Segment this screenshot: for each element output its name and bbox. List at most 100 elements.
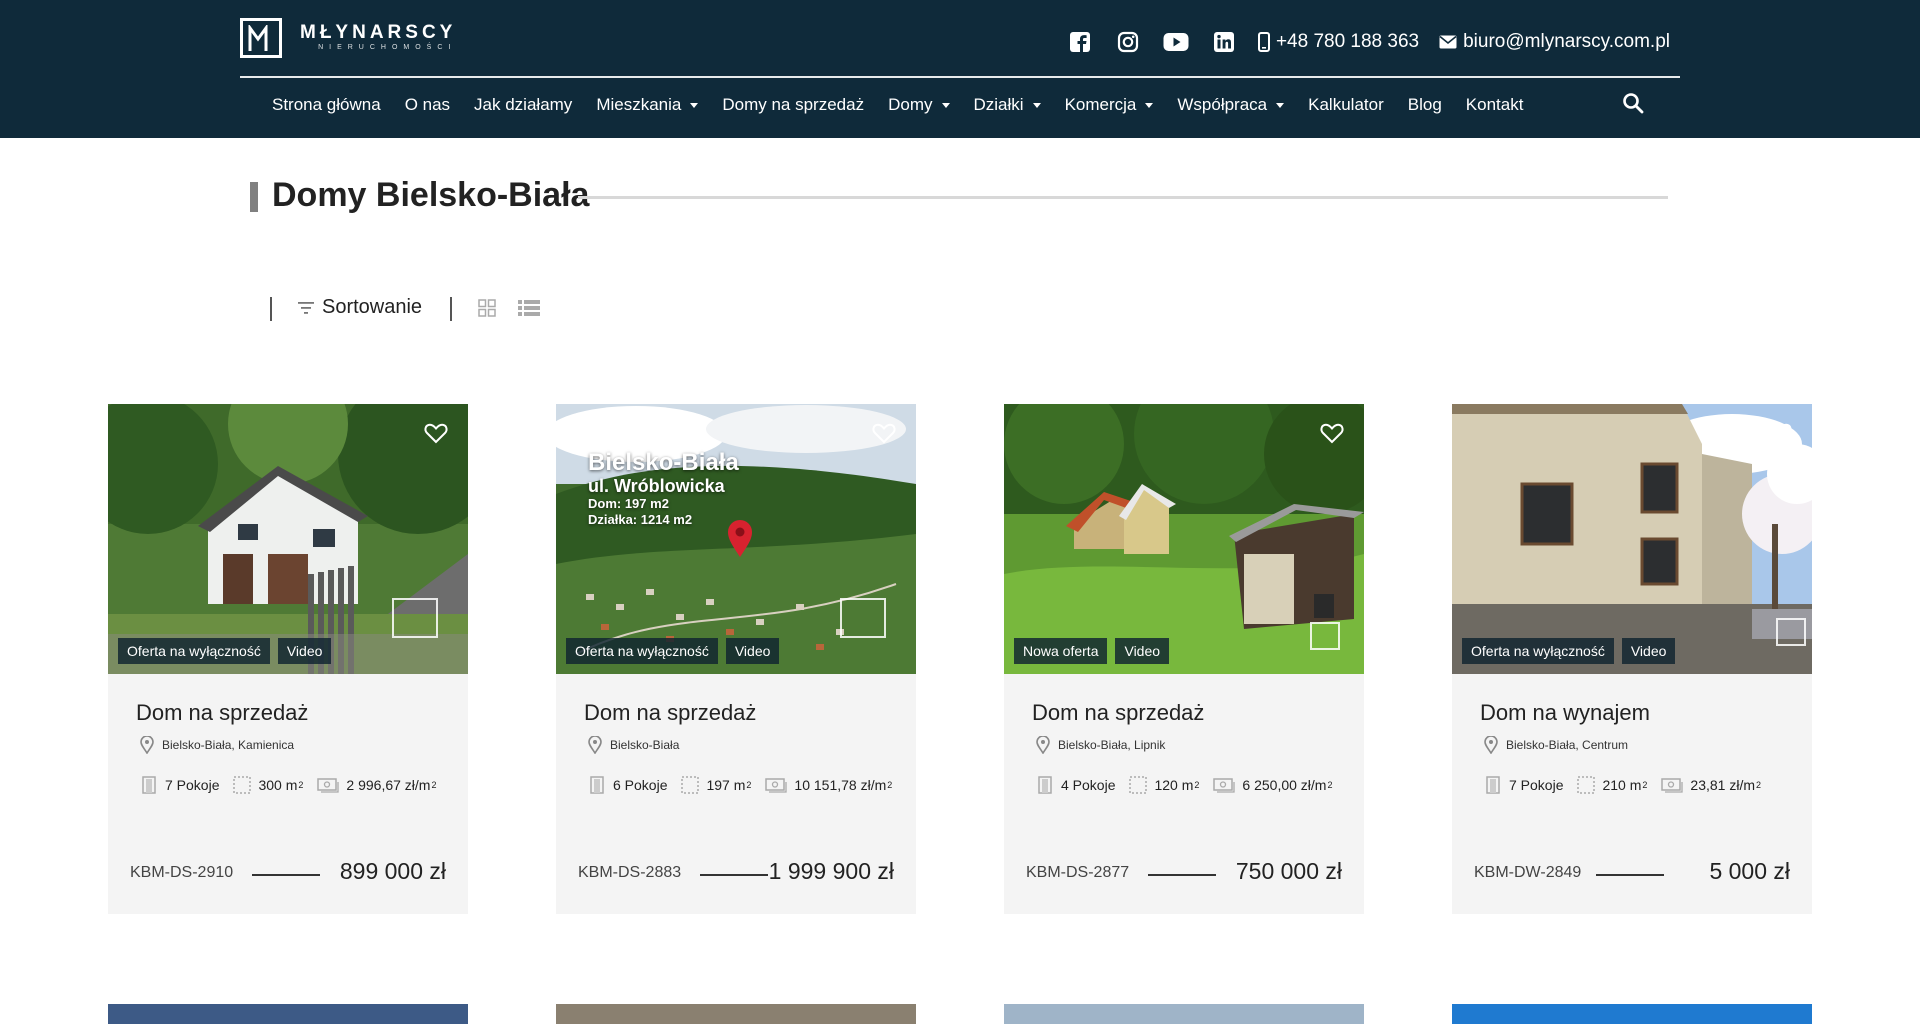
nav-item-contact[interactable]: Kontakt [1466,95,1524,115]
listing-photo[interactable]: Nowa oferta Video [1004,404,1364,674]
money-icon [1213,778,1236,793]
listing-photo-partial[interactable] [556,1004,916,1024]
youtube-icon[interactable] [1162,28,1190,56]
exclusive-badge: Oferta na wyłączność [566,638,718,664]
listing-title[interactable]: Dom na sprzedaż [584,700,756,726]
linkedin-icon[interactable] [1210,28,1238,56]
email-link[interactable]: biuro@mlynarscy.com.pl [1439,31,1670,53]
nav-item-houses[interactable]: Domy [888,95,950,115]
listing-code: KBM-DS-2883 [578,864,682,881]
nav-item-home[interactable]: Strona główna [272,95,381,115]
listing-card[interactable]: Oferta na wyłączność Video Dom na sprzed… [108,404,468,914]
listing-card[interactable]: Nowa oferta Video Dom na sprzedaż Bielsk… [1004,404,1364,914]
price-divider [700,874,768,876]
listing-price: 899 000 zł [339,858,446,884]
brand-logo[interactable]: MŁYNARSCY NIERUCHOMOŚCI [240,18,456,58]
listing-photo-partial[interactable] [1004,1004,1364,1024]
toolbar-separator [270,297,272,321]
listing-photo[interactable]: Oferta na wyłączność Video [108,404,468,674]
listing-code: KBM-DW-2849 [1474,864,1582,881]
video-badge: Video [725,638,780,664]
main-nav: Strona główna O nas Jak działamy Mieszka… [272,90,1547,120]
rooms-feature: 4 Pokoje [1036,776,1115,794]
door-icon [590,776,604,794]
site-header: MŁYNARSCY NIERUCHOMOŚCI +48 780 188 363 … [0,0,1920,138]
header-divider [240,76,1680,78]
rooms-feature: 7 Pokoje [140,776,219,794]
area-feature: 210 m2 [1577,776,1647,794]
watermark-logo-icon [1310,622,1340,650]
caret-down-icon [1145,102,1154,108]
watermark-logo-icon [392,598,438,638]
price-divider [252,874,320,876]
filter-lines-icon [298,301,314,314]
price-divider [1148,874,1216,876]
listing-photo[interactable]: Bielsko-Biała ul. Wróblowicka Dom: 197 m… [556,404,916,674]
listing-title[interactable]: Dom na sprzedaż [136,700,308,726]
nav-item-houses-for-sale[interactable]: Domy na sprzedaż [722,95,864,115]
nav-item-about[interactable]: O nas [405,95,450,115]
listing-title[interactable]: Dom na sprzedaż [1032,700,1204,726]
location-pin-icon [588,736,602,754]
nav-item-how-we-work[interactable]: Jak działamy [474,95,572,115]
listing-features: 7 Pokoje 210 m2 23,81 zł/m 2 [1484,776,1761,794]
rooms-feature: 7 Pokoje [1484,776,1563,794]
new-offer-badge: Nowa oferta [1014,638,1108,664]
watermark-logo-icon [840,598,886,638]
caret-down-icon [1276,102,1285,108]
nav-item-cooperation[interactable]: Współpraca [1177,95,1285,115]
page-title-city: Bielsko-Biała [375,176,590,214]
envelope-icon [1439,35,1457,49]
grid-view-icon[interactable] [478,299,496,317]
instagram-icon[interactable] [1114,28,1142,56]
favorite-heart-icon[interactable] [872,422,896,444]
favorite-heart-icon[interactable] [424,422,448,444]
brand-name: MŁYNARSCY [300,22,457,43]
price-per-m-feature: 10 151,78 zł/m 2 [765,777,892,793]
listing-photo-partial[interactable] [108,1004,468,1024]
listing-code: KBM-DS-2910 [130,864,234,881]
list-view-icon[interactable] [518,299,540,317]
favorite-heart-icon[interactable] [1768,422,1792,444]
facebook-icon[interactable] [1066,28,1094,56]
favorite-heart-icon[interactable] [1320,422,1344,444]
price-per-m-feature: 6 250,00 zł/m 2 [1213,777,1333,793]
sort-label: Sortowanie [322,296,423,318]
nav-item-commercial[interactable]: Komercja [1065,95,1154,115]
location-pin-icon [1036,736,1050,754]
nav-item-blog[interactable]: Blog [1408,95,1442,115]
money-icon [765,778,788,793]
listing-card[interactable]: Bielsko-Biała ul. Wróblowicka Dom: 197 m… [556,404,916,914]
caret-down-icon [690,102,699,108]
sort-button[interactable]: Sortowanie [298,296,422,319]
caret-down-icon [941,102,950,108]
phone-link[interactable]: +48 780 188 363 [1257,31,1420,53]
listing-photo[interactable]: Oferta na wyłączność Video [1452,404,1812,674]
listing-price: 750 000 zł [1235,858,1342,884]
price-per-m-feature: 2 996,67 zł/m 2 [317,777,437,793]
exclusive-badge: Oferta na wyłączność [1462,638,1614,664]
listing-price: 5 000 zł [1709,858,1790,884]
location-pin-icon [140,736,154,754]
toolbar-separator [450,297,452,321]
email-address: biuro@mlynarscy.com.pl [1463,31,1670,52]
rooms-feature: 6 Pokoje [588,776,667,794]
area-icon [1129,776,1148,794]
search-icon[interactable] [1622,92,1646,116]
phone-number: +48 780 188 363 [1275,31,1420,52]
phone-icon [1257,32,1270,52]
nav-item-plots[interactable]: Działki [974,95,1041,115]
listing-title[interactable]: Dom na wynajem [1480,700,1650,726]
listing-photo-partial[interactable] [1452,1004,1812,1024]
nav-item-calculator[interactable]: Kalkulator [1308,95,1384,115]
video-badge: Video [1115,638,1170,664]
nav-item-apartments[interactable]: Mieszkania [596,95,699,115]
page-title-prefix: Domy [272,176,367,214]
listing-card[interactable]: Oferta na wyłączność Video Dom na wynaje… [1452,404,1812,914]
price-per-m-feature: 23,81 zł/m 2 [1661,777,1761,793]
door-icon [142,776,156,794]
money-icon [1661,778,1684,793]
area-feature: 197 m2 [681,776,751,794]
map-pin-icon [728,520,752,557]
area-feature: 300 m2 [233,776,303,794]
